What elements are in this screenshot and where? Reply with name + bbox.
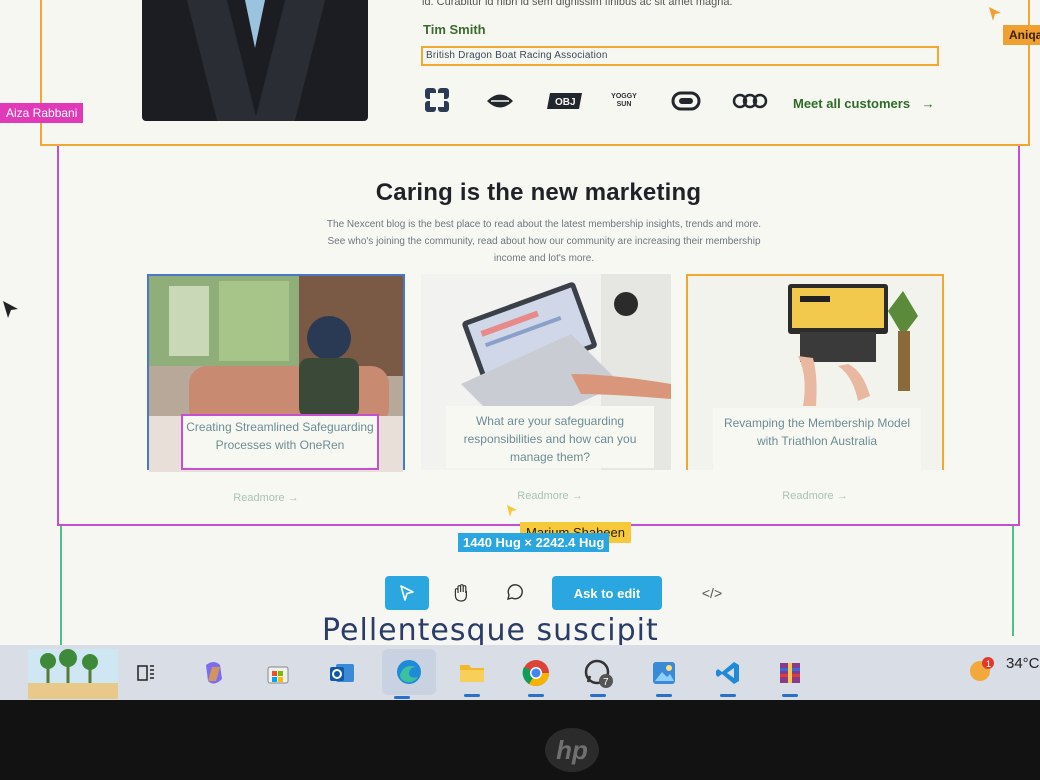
chain-logo-icon — [730, 86, 770, 116]
lips-logo-icon — [484, 86, 516, 116]
blog-title: Caring is the new marketing — [375, 179, 702, 206]
weather-icon[interactable]: 1 — [966, 655, 996, 685]
layout-guide-left — [60, 526, 62, 646]
select-tool-button[interactable] — [385, 576, 429, 610]
collaborator-tag-right: Aniqa — [1003, 25, 1040, 45]
meet-all-label: Meet all customers — [793, 96, 911, 111]
stadium-logo-icon — [670, 86, 702, 116]
blog-card-2[interactable]: What are your safeguarding responsibilit… — [421, 274, 679, 502]
laptop-bezel: hp — [0, 700, 1040, 780]
next-section-heading: Pellentesque suscipit — [322, 613, 659, 645]
svg-text:7: 7 — [603, 677, 609, 688]
meet-all-customers-link[interactable]: Meet all customers → — [793, 96, 935, 111]
temperature-readout[interactable]: 34°C — [1006, 655, 1040, 672]
blog-card-caption[interactable]: Creating Streamlined Safeguarding Proces… — [181, 414, 379, 470]
testimonial-author-name: Tim Smith — [423, 22, 486, 37]
comment-icon — [507, 584, 523, 600]
whatsapp-icon[interactable]: 7 — [578, 653, 618, 697]
hand-tool-button[interactable] — [445, 576, 479, 610]
photos-icon[interactable] — [644, 653, 684, 697]
widgets-icon[interactable] — [28, 649, 118, 699]
blog-card-caption[interactable]: What are your safeguarding responsibilit… — [446, 406, 654, 468]
design-canvas[interactable]: id. Curabitur id nibh id sem dignissim f… — [0, 0, 1040, 646]
testimonial-quote: id. Curabitur id nibh id sem dignissim f… — [422, 0, 733, 8]
copilot-icon[interactable] — [194, 653, 234, 693]
vscode-icon[interactable] — [708, 653, 748, 697]
svg-text:1: 1 — [986, 659, 991, 669]
dev-mode-button[interactable]: </> — [690, 576, 734, 610]
windows-taskbar: 7 1 34°C — [0, 645, 1040, 700]
store-icon[interactable] — [258, 653, 298, 693]
outlook-icon[interactable] — [322, 653, 362, 693]
blog-card-3[interactable]: Revamping the Membership Model with Tria… — [686, 274, 944, 502]
collaborator-tag-left: Aiza Rabbani — [0, 103, 84, 123]
blog-card-caption[interactable]: Revamping the Membership Model with Tria… — [713, 408, 921, 470]
ask-to-edit-button[interactable]: Ask to edit — [552, 576, 662, 610]
blog-description: The Nexcent blog is the best place to re… — [326, 219, 762, 264]
floating-toolbar: Ask to edit </> — [385, 576, 735, 614]
hand-icon — [454, 584, 467, 602]
winrar-icon[interactable] — [770, 653, 810, 697]
arrow-right-icon: → — [921, 96, 935, 111]
selection-size-badge: 1440 Hug × 2242.4 Hug — [458, 533, 610, 552]
yogi-logo-text: YOGGY SUN — [611, 93, 637, 108]
svg-text:OBJ: OBJ — [555, 97, 576, 108]
collaborator-cursor-icon — [507, 505, 517, 517]
hp-logo-icon: hp — [545, 728, 599, 772]
pointer-icon — [400, 585, 414, 601]
file-explorer-icon[interactable] — [452, 653, 492, 697]
blog-section[interactable]: Caring is the new marketing The Nexcent … — [57, 146, 1020, 526]
block-logo-icon: OBJ — [546, 86, 586, 116]
cursor-icon — [3, 301, 18, 318]
readmore-link[interactable]: Readmore → — [421, 490, 679, 502]
edge-icon[interactable] — [382, 649, 436, 699]
task-view-icon[interactable] — [126, 653, 166, 693]
testimonial-author-org[interactable]: British Dragon Boat Racing Association — [421, 46, 939, 66]
yogi-sun-logo-icon: YOGGY SUN — [608, 86, 640, 116]
readmore-link[interactable]: Readmore → — [688, 490, 942, 502]
layout-guide-right — [1012, 526, 1014, 636]
hexagon-logo-icon — [422, 86, 454, 116]
laptop-screen: id. Curabitur id nibh id sem dignissim f… — [0, 0, 1040, 700]
testimonial-portrait — [142, 0, 368, 121]
chrome-icon[interactable] — [516, 653, 556, 697]
comment-tool-button[interactable] — [497, 576, 531, 610]
collaborator-cursor-icon — [989, 7, 1001, 21]
blog-card-1[interactable]: Creating Streamlined Safeguarding Proces… — [147, 274, 405, 504]
readmore-link[interactable]: Readmore → — [139, 492, 393, 504]
